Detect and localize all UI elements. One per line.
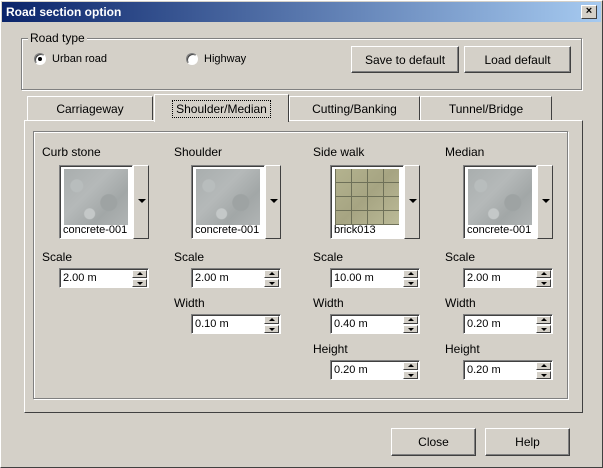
tab-cutting-banking[interactable]: Cutting/Banking xyxy=(289,96,420,120)
radio-urban-road[interactable]: Urban road xyxy=(34,53,107,65)
tab-panel xyxy=(24,120,583,413)
close-button[interactable]: Close xyxy=(391,428,476,456)
radio-highway[interactable]: Highway xyxy=(186,53,246,65)
tab-shoulder-median[interactable]: Shoulder/Median xyxy=(154,94,289,122)
radio-label: Urban road xyxy=(52,53,108,65)
load-default-button[interactable]: Load default xyxy=(464,46,571,73)
road-type-group-label: Road type xyxy=(28,31,87,45)
radio-unchecked-icon xyxy=(186,53,198,65)
help-button[interactable]: Help xyxy=(485,428,570,456)
tab-carriageway[interactable]: Carriageway xyxy=(27,96,153,120)
close-icon[interactable]: × xyxy=(581,5,597,19)
window-title: Road section option xyxy=(6,5,122,19)
radio-checked-icon xyxy=(34,53,46,65)
save-to-default-button[interactable]: Save to default xyxy=(351,46,459,73)
tab-tunnel-bridge[interactable]: Tunnel/Bridge xyxy=(420,96,552,120)
radio-label: Highway xyxy=(204,53,247,65)
title-bar: Road section option × xyxy=(2,2,601,22)
